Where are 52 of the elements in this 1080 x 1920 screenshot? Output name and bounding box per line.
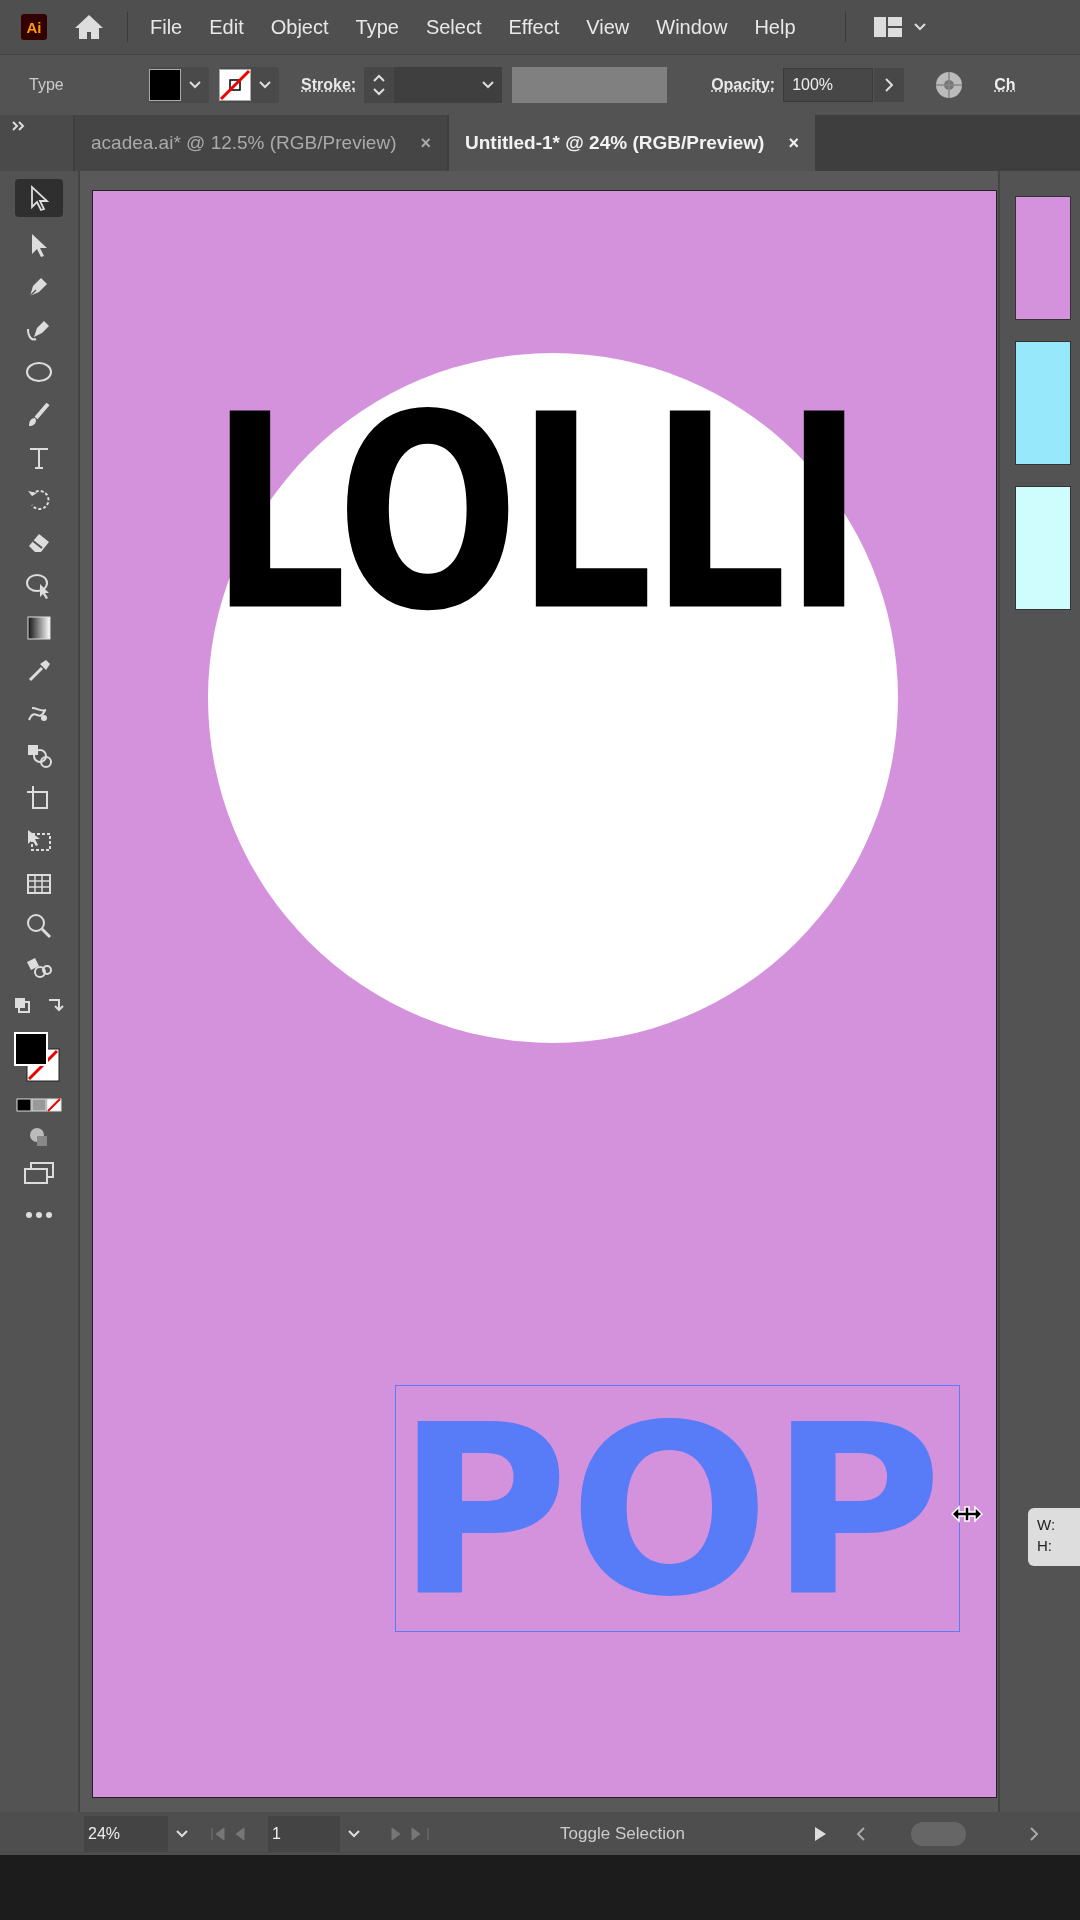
selection-type-label: Type bbox=[29, 76, 65, 94]
scroll-right-icon[interactable] bbox=[1028, 1825, 1040, 1842]
workspace-layout-icon[interactable] bbox=[873, 17, 902, 37]
caret-icon[interactable] bbox=[913, 23, 926, 31]
expand-panel-icon[interactable] bbox=[12, 121, 26, 131]
width-label: W: bbox=[1037, 1516, 1057, 1533]
app-logo[interactable]: Ai bbox=[21, 14, 47, 40]
stroke-label[interactable]: Stroke: bbox=[301, 76, 357, 94]
zoom-field[interactable]: 24% bbox=[84, 1815, 168, 1852]
caret-icon[interactable] bbox=[259, 81, 271, 89]
menu-item[interactable]: Help bbox=[754, 15, 796, 39]
menu-item[interactable]: Select bbox=[425, 15, 482, 39]
zoom-caret-icon[interactable] bbox=[176, 1829, 188, 1838]
opacity-label[interactable]: Opacity: bbox=[711, 76, 776, 94]
menu-item[interactable]: Object bbox=[270, 15, 329, 39]
height-label: H: bbox=[1037, 1537, 1053, 1554]
caret-icon[interactable] bbox=[189, 81, 201, 89]
menu-item[interactable]: Window bbox=[656, 15, 728, 39]
opacity-arrow-button[interactable] bbox=[874, 68, 905, 102]
selection-tool[interactable] bbox=[15, 179, 63, 217]
globe-icon[interactable] bbox=[934, 70, 965, 100]
chevron-right-icon[interactable] bbox=[884, 78, 895, 92]
menu-item[interactable]: Type bbox=[355, 15, 399, 39]
stroke-spinner[interactable] bbox=[364, 67, 395, 103]
artboard-caret-icon[interactable] bbox=[348, 1829, 360, 1838]
color-swatch[interactable] bbox=[1015, 341, 1071, 465]
up-down-arrows-icon[interactable] bbox=[372, 72, 387, 98]
caret-icon[interactable] bbox=[482, 81, 495, 89]
color-swatch[interactable] bbox=[1015, 486, 1071, 610]
character-label[interactable]: Ch bbox=[994, 76, 1016, 94]
menu-item[interactable]: Effect bbox=[508, 15, 560, 39]
play-icon[interactable] bbox=[813, 1825, 827, 1842]
no-stroke-swatch[interactable] bbox=[219, 69, 251, 101]
scroll-left-icon[interactable] bbox=[855, 1825, 867, 1842]
status-text: Toggle Selection bbox=[559, 1823, 686, 1844]
artboard-number-field[interactable]: 1 bbox=[268, 1815, 340, 1852]
close-icon[interactable]: × bbox=[420, 132, 431, 154]
close-icon[interactable]: × bbox=[788, 132, 799, 154]
opacity-field[interactable]: 100% bbox=[783, 68, 874, 102]
more-tools-icon[interactable] bbox=[25, 1211, 53, 1220]
scrollbar-thumb[interactable] bbox=[911, 1821, 966, 1846]
fill-swatch[interactable] bbox=[149, 69, 181, 101]
headline-text: LOLLI bbox=[210, 379, 862, 648]
menu-item[interactable]: Edit bbox=[209, 15, 244, 39]
home-icon[interactable] bbox=[73, 13, 105, 41]
screen-mode-icon[interactable] bbox=[23, 1160, 55, 1185]
resize-cursor-icon bbox=[951, 1504, 983, 1524]
color-swatch[interactable] bbox=[1015, 196, 1071, 320]
menu-item[interactable]: File bbox=[150, 15, 183, 39]
document-tab[interactable]: Untitled-1* @ 24% (RGB/Preview) × bbox=[449, 115, 815, 171]
menu-item[interactable]: View bbox=[586, 15, 630, 39]
document-tab[interactable]: acadea.ai* @ 12.5% (RGB/Preview) × bbox=[75, 115, 447, 171]
